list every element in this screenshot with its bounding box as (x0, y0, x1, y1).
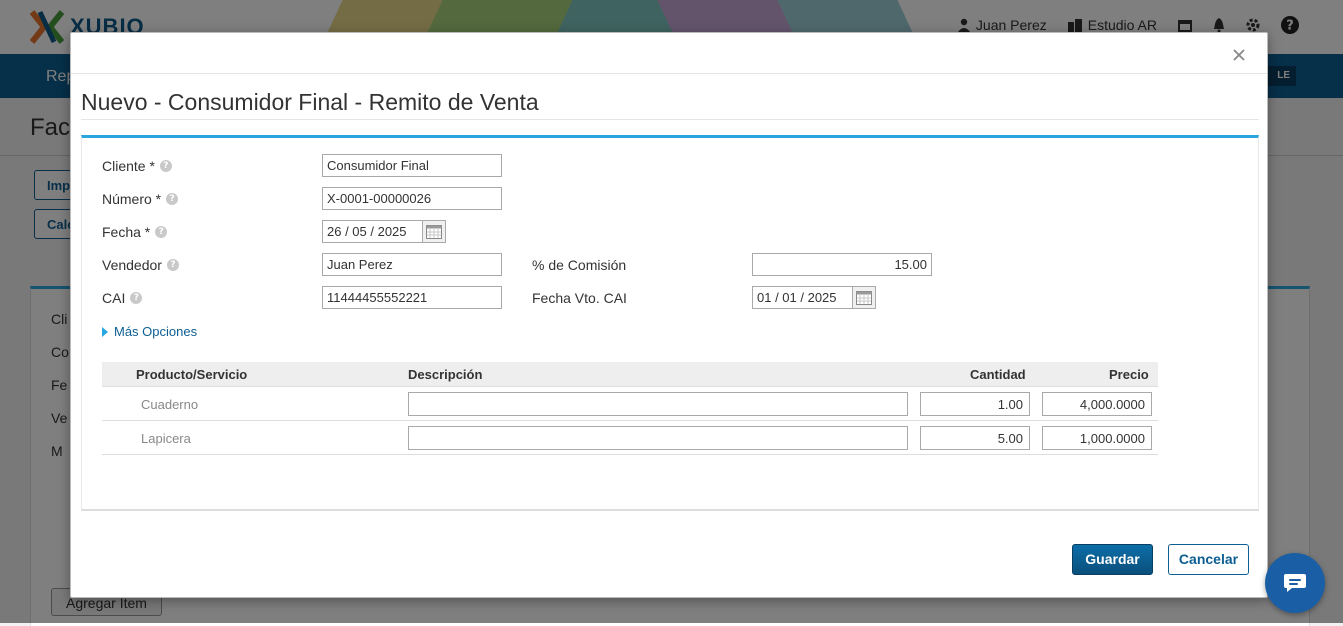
column-header-descripcion: Descripción (408, 367, 483, 382)
fecha-date-picker[interactable]: 26 / 05 / 2025 (322, 220, 446, 243)
vendedor-field[interactable]: Juan Perez (322, 253, 502, 276)
help-icon[interactable]: ? (166, 193, 179, 205)
calendar-button[interactable] (422, 220, 446, 243)
producto-cell[interactable]: Lapicera (141, 431, 191, 446)
descripcion-input[interactable] (408, 426, 908, 450)
cai-field[interactable]: 11444455552221 (322, 286, 502, 309)
fecha-vto-cai-label: Fecha Vto. CAI (532, 290, 627, 306)
caret-right-icon (102, 326, 108, 337)
fecha-field[interactable]: 26 / 05 / 2025 (322, 220, 422, 243)
cantidad-input[interactable]: 1.00 (920, 392, 1030, 416)
chat-widget-button[interactable] (1265, 553, 1325, 613)
divider (81, 119, 1259, 120)
cliente-field[interactable]: Consumidor Final (322, 154, 502, 177)
precio-input[interactable]: 4,000.0000 (1042, 392, 1152, 416)
calendar-icon (426, 224, 442, 239)
calendar-icon (856, 290, 872, 305)
cancel-button[interactable]: Cancelar (1168, 544, 1249, 575)
numero-label: Número * ? (102, 191, 179, 207)
cai-label: CAI ? (102, 290, 143, 306)
modal-header (71, 33, 1267, 74)
vendedor-label-text: Vendedor (102, 257, 162, 273)
save-button[interactable]: Guardar (1072, 544, 1153, 575)
cai-label-text: CAI (102, 290, 126, 306)
vendedor-label: Vendedor ? (102, 257, 179, 273)
fecha-label: Fecha * ? (102, 224, 168, 240)
table-row: Cuaderno 1.00 4,000.0000 (102, 387, 1158, 421)
fecha-label-text: Fecha * (102, 224, 151, 240)
descripcion-input[interactable] (408, 392, 908, 416)
table-row: Lapicera 5.00 1,000.0000 (102, 421, 1158, 455)
more-options-toggle[interactable]: Más Opciones (102, 324, 197, 339)
help-icon[interactable]: ? (159, 160, 172, 172)
more-options-label: Más Opciones (114, 324, 198, 339)
comision-label-text: % de Comisión (532, 257, 627, 273)
form-panel: Cliente * ? Consumidor Final Número * ? … (81, 135, 1259, 511)
fecha-vto-cai-field[interactable]: 01 / 01 / 2025 (752, 286, 852, 309)
chat-icon (1284, 574, 1306, 592)
remito-modal: Nuevo - Consumidor Final - Remito de Ven… (70, 32, 1268, 598)
precio-input[interactable]: 1,000.0000 (1042, 426, 1152, 450)
help-icon[interactable]: ? (166, 259, 179, 271)
calendar-button[interactable] (852, 286, 876, 309)
modal-title: Nuevo - Consumidor Final - Remito de Ven… (81, 89, 539, 115)
comision-field[interactable]: 15.00 (752, 253, 932, 276)
column-header-producto: Producto/Servicio (136, 367, 248, 382)
help-icon[interactable]: ? (155, 226, 168, 238)
close-icon[interactable] (1231, 47, 1247, 63)
fecha-vto-cai-date-picker[interactable]: 01 / 01 / 2025 (752, 286, 876, 309)
items-table: Producto/Servicio Descripción Cantidad P… (102, 362, 1158, 455)
cliente-label-text: Cliente * (102, 158, 155, 174)
cantidad-input[interactable]: 5.00 (920, 426, 1030, 450)
fecha-vto-cai-label-text: Fecha Vto. CAI (532, 290, 627, 306)
column-header-cantidad: Cantidad (970, 367, 1026, 382)
help-icon[interactable]: ? (130, 292, 143, 304)
numero-field[interactable]: X-0001-00000026 (322, 187, 502, 210)
comision-label: % de Comisión (532, 257, 626, 273)
producto-cell[interactable]: Cuaderno (141, 397, 198, 412)
table-header: Producto/Servicio Descripción Cantidad P… (102, 362, 1158, 387)
column-header-precio: Precio (1109, 367, 1149, 382)
numero-label-text: Número * (102, 191, 162, 207)
cliente-label: Cliente * ? (102, 158, 172, 174)
